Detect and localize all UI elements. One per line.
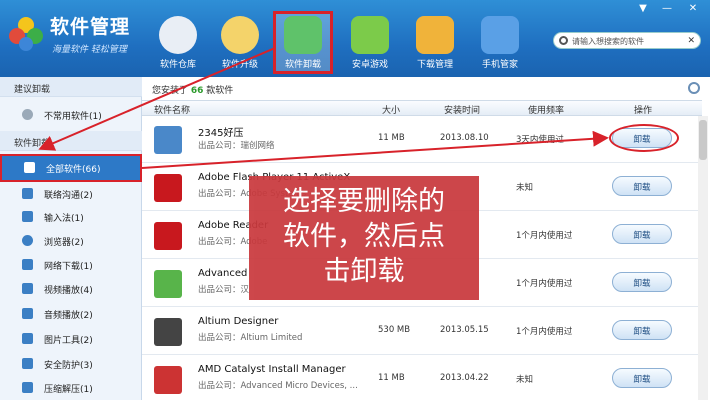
sidebar-item-video[interactable]: 视频播放(4)	[0, 277, 142, 301]
col-action: 操作	[634, 106, 653, 116]
archive-icon	[22, 382, 33, 393]
image-icon	[22, 333, 33, 344]
menu-icon[interactable]: ▼	[636, 3, 650, 14]
app-subtitle: 海量软件 轻松管理	[52, 45, 127, 55]
sidebar-item-all[interactable]: 全部软件(66)	[0, 154, 142, 182]
usage-frequency: 1个月内使用过	[516, 231, 573, 241]
sidebar-item-uncommon[interactable]: 不常用软件(1)	[0, 103, 142, 127]
table-header: 软件名称 大小 安装时间 使用频率 操作	[142, 100, 702, 116]
install-date: 2013.05.15	[440, 325, 489, 335]
sidebar: 建议卸载 不常用软件(1) 软件卸载 全部软件(66) 联络沟通(2) 输入法(…	[0, 77, 142, 400]
refresh-icon[interactable]	[688, 82, 700, 94]
app-icon	[154, 366, 182, 394]
toolbar-android-games[interactable]: 安卓游戏	[340, 14, 400, 72]
minimize-icon[interactable]: —	[660, 3, 674, 14]
title-bar: 软件管理 海量软件 轻松管理 ▼ — ✕ 软件仓库 软件升级 软件卸载 安卓游戏…	[0, 0, 710, 77]
sidebar-item-ime[interactable]: 输入法(1)	[0, 205, 142, 229]
install-date: 2013.08.10	[440, 133, 489, 143]
publisher: 出品公司：汉	[198, 285, 250, 295]
shield-icon	[481, 16, 519, 54]
grid-icon	[24, 162, 35, 173]
uninstall-button[interactable]: 卸载	[612, 272, 672, 292]
scrollbar[interactable]	[698, 116, 708, 400]
upgrade-icon	[221, 16, 259, 54]
table-row[interactable]: Altium Designer 出品公司：Altium Limited 530 MB…	[142, 309, 702, 355]
search-icon	[559, 36, 568, 45]
usage-frequency: 未知	[516, 375, 534, 385]
disc-icon	[159, 16, 197, 54]
uninstall-button[interactable]: 卸载	[612, 224, 672, 244]
usage-frequency: 未知	[516, 183, 534, 193]
toolbar-download-manager[interactable]: 下载管理	[405, 14, 465, 72]
size: 11 MB	[378, 373, 405, 383]
sidebar-item-image[interactable]: 图片工具(2)	[0, 327, 142, 351]
sidebar-item-security[interactable]: 安全防护(3)	[0, 352, 142, 376]
browser-icon	[22, 235, 33, 246]
keyboard-icon	[22, 211, 33, 222]
uninstall-button[interactable]: 卸载	[612, 176, 672, 196]
install-summary: 您安装了 66 款软件	[152, 86, 234, 96]
scrollbar-thumb[interactable]	[699, 120, 707, 160]
col-date[interactable]: 安装时间	[444, 103, 480, 116]
col-frequency[interactable]: 使用频率	[528, 103, 564, 116]
app-icon	[154, 318, 182, 346]
sidebar-section-suggested: 建议卸载	[0, 77, 142, 97]
app-icon	[154, 174, 182, 202]
publisher: 出品公司：Advanced Micro Devices, ...	[198, 381, 358, 391]
sidebar-item-browser[interactable]: 浏览器(2)	[0, 229, 142, 253]
download-icon	[416, 16, 454, 54]
shield-icon	[22, 358, 33, 369]
sidebar-item-chat[interactable]: 联络沟通(2)	[0, 182, 142, 206]
size: 11 MB	[378, 133, 405, 143]
toolbar-software-store[interactable]: 软件仓库	[148, 14, 208, 72]
chat-icon	[22, 188, 33, 199]
publisher: 出品公司：瑞创网络	[198, 141, 275, 151]
usage-frequency: 1个月内使用过	[516, 279, 573, 289]
sidebar-item-audio[interactable]: 音频播放(2)	[0, 302, 142, 326]
sidebar-item-archive[interactable]: 压缩解压(1)	[0, 376, 142, 400]
close-icon[interactable]: ✕	[686, 3, 700, 14]
instruction-overlay: 选择要删除的 软件，然后点 击卸载	[249, 176, 479, 300]
table-row[interactable]: AMD Catalyst Install Manager 出品公司：Advance…	[142, 357, 702, 400]
toolbar-software-upgrade[interactable]: 软件升级	[210, 14, 270, 72]
col-size[interactable]: 大小	[382, 103, 400, 116]
usage-frequency: 3天内使用过	[516, 135, 564, 145]
software-name: Advanced	[198, 268, 248, 279]
size: 530 MB	[378, 325, 411, 335]
software-name: AMD Catalyst Install Manager	[198, 364, 346, 375]
uninstall-button[interactable]: 卸载	[612, 368, 672, 388]
install-date: 2013.04.22	[440, 373, 489, 383]
clear-search-icon[interactable]: ✕	[687, 36, 695, 46]
clock-icon	[22, 109, 33, 120]
toolbar-phone-manager[interactable]: 手机管家	[470, 14, 530, 72]
usage-frequency: 1个月内使用过	[516, 327, 573, 337]
android-icon	[351, 16, 389, 54]
highlight-ellipse	[609, 124, 679, 152]
music-icon	[22, 308, 33, 319]
download-icon	[22, 259, 33, 270]
search-input[interactable]: 请输入想搜索的软件 ✕	[553, 32, 701, 49]
publisher: 出品公司：Altium Limited	[198, 333, 303, 343]
col-name[interactable]: 软件名称	[154, 103, 190, 116]
recycle-bin-icon	[284, 16, 322, 54]
app-icon	[154, 126, 182, 154]
app-title: 软件管理	[50, 16, 131, 38]
toolbar-software-uninstall[interactable]: 软件卸载	[273, 11, 333, 74]
software-name: 2345好压	[198, 128, 244, 139]
uninstall-button[interactable]: 卸载	[612, 320, 672, 340]
sidebar-item-download[interactable]: 网络下载(1)	[0, 253, 142, 277]
app-icon	[154, 270, 182, 298]
app-icon	[154, 222, 182, 250]
video-icon	[22, 283, 33, 294]
app-logo-icon	[9, 17, 43, 51]
software-name: Altium Designer	[198, 316, 279, 327]
sidebar-section-uninstall: 软件卸载	[0, 131, 142, 151]
